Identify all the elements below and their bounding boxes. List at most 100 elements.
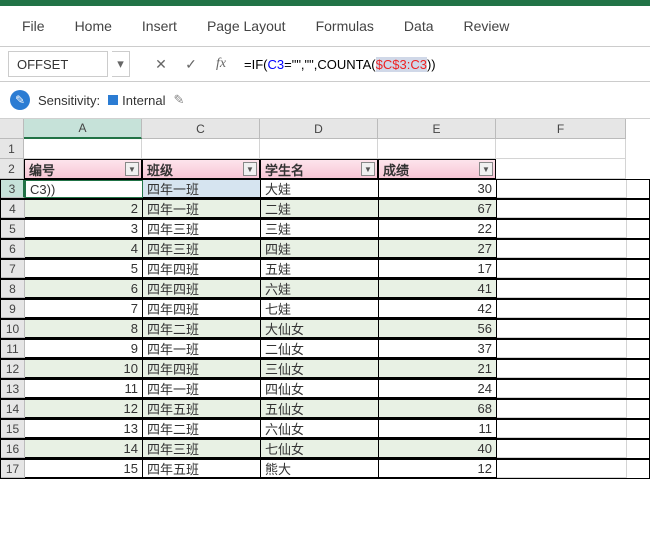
cell[interactable]: 10 — [25, 360, 143, 378]
col-header-D[interactable]: D — [260, 119, 378, 139]
row-header[interactable]: 10 — [1, 320, 25, 338]
cell[interactable] — [497, 360, 627, 378]
cell[interactable]: 2 — [25, 200, 143, 218]
cell[interactable]: 68 — [379, 400, 497, 418]
table-header-cell[interactable]: 成绩▼ — [378, 159, 496, 179]
row-header[interactable]: 6 — [1, 240, 25, 258]
cell[interactable] — [497, 180, 627, 198]
cell[interactable]: 四年五班 — [143, 460, 261, 478]
cell[interactable]: 4 — [25, 240, 143, 258]
cell[interactable]: 56 — [379, 320, 497, 338]
cell[interactable]: 42 — [379, 300, 497, 318]
cell[interactable]: 30 — [379, 180, 497, 198]
row-header[interactable]: 13 — [1, 380, 25, 398]
enter-formula-button[interactable]: ✓ — [178, 51, 204, 77]
cell[interactable]: 3 — [25, 220, 143, 238]
cell[interactable]: 四年二班 — [143, 320, 261, 338]
cell[interactable] — [496, 159, 626, 179]
tab-page-layout[interactable]: Page Layout — [207, 18, 286, 34]
cell[interactable]: 7 — [25, 300, 143, 318]
table-header-cell[interactable]: 班级▼ — [142, 159, 260, 179]
tab-file[interactable]: File — [22, 18, 45, 34]
tab-home[interactable]: Home — [75, 18, 112, 34]
cell[interactable]: 熊大 — [261, 460, 379, 478]
cell[interactable]: 五娃 — [261, 260, 379, 278]
cell[interactable]: 37 — [379, 340, 497, 358]
cell[interactable]: 40 — [379, 440, 497, 458]
cell[interactable] — [497, 220, 627, 238]
row-header[interactable]: 8 — [1, 280, 25, 298]
table-header-cell[interactable]: 编号▼ — [24, 159, 142, 179]
cell[interactable] — [24, 139, 142, 159]
row-header[interactable]: 12 — [1, 360, 25, 378]
col-header-F[interactable]: F — [496, 119, 626, 139]
cell[interactable]: 12 — [25, 400, 143, 418]
cell[interactable]: 8 — [25, 320, 143, 338]
sensitivity-value[interactable]: Internal — [108, 93, 165, 108]
cell[interactable]: 四年三班 — [143, 220, 261, 238]
row-header[interactable]: 15 — [1, 420, 25, 438]
cell[interactable]: 22 — [379, 220, 497, 238]
row-header[interactable]: 17 — [1, 460, 25, 478]
row-header[interactable]: 1 — [0, 139, 24, 159]
cell[interactable] — [497, 300, 627, 318]
cell[interactable]: 6 — [25, 280, 143, 298]
row-header[interactable]: 7 — [1, 260, 25, 278]
cell[interactable]: 11 — [379, 420, 497, 438]
cell[interactable]: 五仙女 — [261, 400, 379, 418]
cancel-formula-button[interactable]: ✕ — [148, 51, 174, 77]
cell[interactable]: 六仙女 — [261, 420, 379, 438]
name-box[interactable]: OFFSET — [8, 51, 108, 77]
cell[interactable] — [260, 139, 378, 159]
cell[interactable]: 三仙女 — [261, 360, 379, 378]
cell[interactable]: 24 — [379, 380, 497, 398]
filter-dropdown-icon[interactable]: ▼ — [361, 162, 375, 176]
cell[interactable]: 11 — [25, 380, 143, 398]
tab-formulas[interactable]: Formulas — [316, 18, 374, 34]
cell[interactable] — [497, 340, 627, 358]
select-all-corner[interactable] — [0, 119, 24, 139]
cell[interactable]: 四年二班 — [143, 420, 261, 438]
cell[interactable] — [496, 139, 626, 159]
spreadsheet-grid[interactable]: A C D E F 1 2 编号▼ 班级▼ 学生名▼ 成绩▼ 3C3))四年一班… — [0, 119, 650, 479]
row-header[interactable]: 16 — [1, 440, 25, 458]
tab-review[interactable]: Review — [464, 18, 510, 34]
cell[interactable]: 四年一班 — [143, 200, 261, 218]
cell[interactable]: 5 — [25, 260, 143, 278]
cell[interactable] — [497, 240, 627, 258]
cell[interactable]: 四年三班 — [143, 240, 261, 258]
cell[interactable]: 21 — [379, 360, 497, 378]
row-header[interactable]: 2 — [0, 159, 24, 179]
cell[interactable]: 大娃 — [261, 180, 379, 198]
filter-dropdown-icon[interactable]: ▼ — [243, 162, 257, 176]
cell[interactable]: 27 — [379, 240, 497, 258]
cell[interactable] — [497, 260, 627, 278]
row-header[interactable]: 11 — [1, 340, 25, 358]
cell[interactable]: 四娃 — [261, 240, 379, 258]
insert-function-button[interactable]: fx — [208, 51, 234, 77]
cell[interactable]: 四仙女 — [261, 380, 379, 398]
name-box-dropdown[interactable]: ▾ — [112, 51, 130, 77]
col-header-A[interactable]: A — [24, 119, 142, 139]
cell[interactable]: 四年一班 — [143, 340, 261, 358]
cell[interactable] — [142, 139, 260, 159]
cell[interactable]: 9 — [25, 340, 143, 358]
row-header[interactable]: 9 — [1, 300, 25, 318]
cell[interactable]: 14 — [25, 440, 143, 458]
col-header-E[interactable]: E — [378, 119, 496, 139]
cell[interactable]: 四年三班 — [143, 440, 261, 458]
cell[interactable]: 67 — [379, 200, 497, 218]
row-header[interactable]: 3 — [1, 180, 25, 198]
cell[interactable]: 13 — [25, 420, 143, 438]
row-header[interactable]: 14 — [1, 400, 25, 418]
cell[interactable]: 二娃 — [261, 200, 379, 218]
cell[interactable]: 四年四班 — [143, 260, 261, 278]
cell[interactable]: 四年四班 — [143, 300, 261, 318]
cell[interactable] — [497, 400, 627, 418]
tab-insert[interactable]: Insert — [142, 18, 177, 34]
cell[interactable]: 大仙女 — [261, 320, 379, 338]
filter-dropdown-icon[interactable]: ▼ — [479, 162, 493, 176]
cell[interactable] — [497, 320, 627, 338]
cell[interactable] — [497, 280, 627, 298]
tab-data[interactable]: Data — [404, 18, 434, 34]
